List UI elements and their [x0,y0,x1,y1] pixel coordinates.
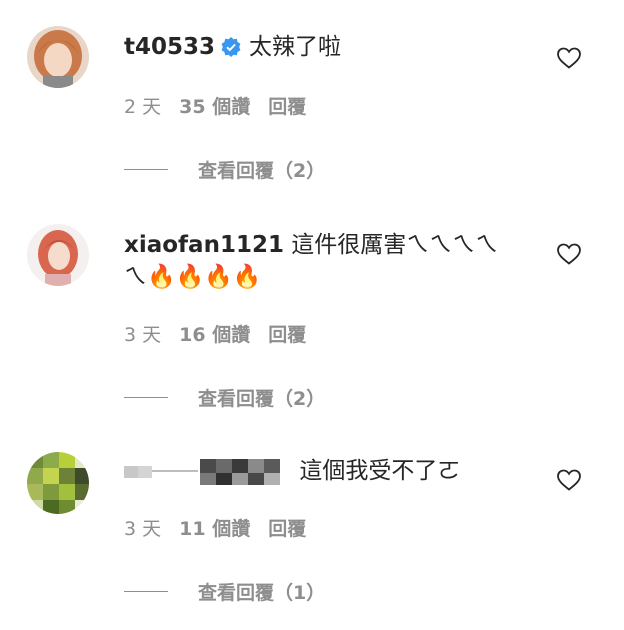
avatar[interactable] [27,452,89,514]
like-count[interactable]: 11 個讚 [179,518,250,540]
heart-outline-icon[interactable] [556,46,582,70]
view-replies-label: 查看回覆（1） [198,582,326,604]
heart-outline-icon[interactable] [556,468,582,492]
comment-text-continued: ㄟ🔥🔥🔥🔥 [124,264,262,290]
view-replies-label: 查看回覆（2） [198,388,326,410]
username[interactable]: t40533 [124,34,215,60]
comment-meta: 3 天 11 個讚 回覆 [124,514,324,541]
comment-meta: 3 天 16 個讚 回覆 [124,320,324,347]
divider [124,397,168,398]
comment-time: 2 天 [124,96,162,118]
comment-time: 3 天 [124,518,162,540]
comment-time: 3 天 [124,324,162,346]
heart-outline-icon[interactable] [556,242,582,266]
reply-button[interactable]: 回覆 [268,96,306,118]
reply-button[interactable]: 回覆 [268,324,306,346]
view-replies-button[interactable]: 查看回覆（2） [124,156,325,183]
divider [124,169,168,170]
comment-text: 這個我受不了ㄛ [299,458,461,484]
like-count[interactable]: 35 個讚 [179,96,250,118]
comment-line: 這個我受不了ㄛ [124,454,460,488]
view-replies-button[interactable]: 查看回覆（2） [124,384,325,411]
comment-line: t40533 太辣了啦 [124,30,341,67]
comment-text: 太辣了啦 [249,34,342,60]
comment-line: xiaofan1121 這件很厲害ㄟㄟㄟㄟ [124,228,498,262]
like-count[interactable]: 16 個讚 [179,324,250,346]
comment-meta: 2 天 35 個讚 回覆 [124,92,324,119]
redacted-username[interactable] [124,457,292,487]
view-replies-button[interactable]: 查看回覆（1） [124,578,325,605]
comment-text: 這件很厲害ㄟㄟㄟㄟ [291,232,499,258]
divider [124,591,168,592]
verified-badge-icon [221,33,241,67]
reply-button[interactable]: 回覆 [268,518,306,540]
username[interactable]: xiaofan1121 [124,232,284,258]
view-replies-label: 查看回覆（2） [198,160,326,182]
avatar[interactable] [27,224,89,286]
avatar[interactable] [27,26,89,88]
